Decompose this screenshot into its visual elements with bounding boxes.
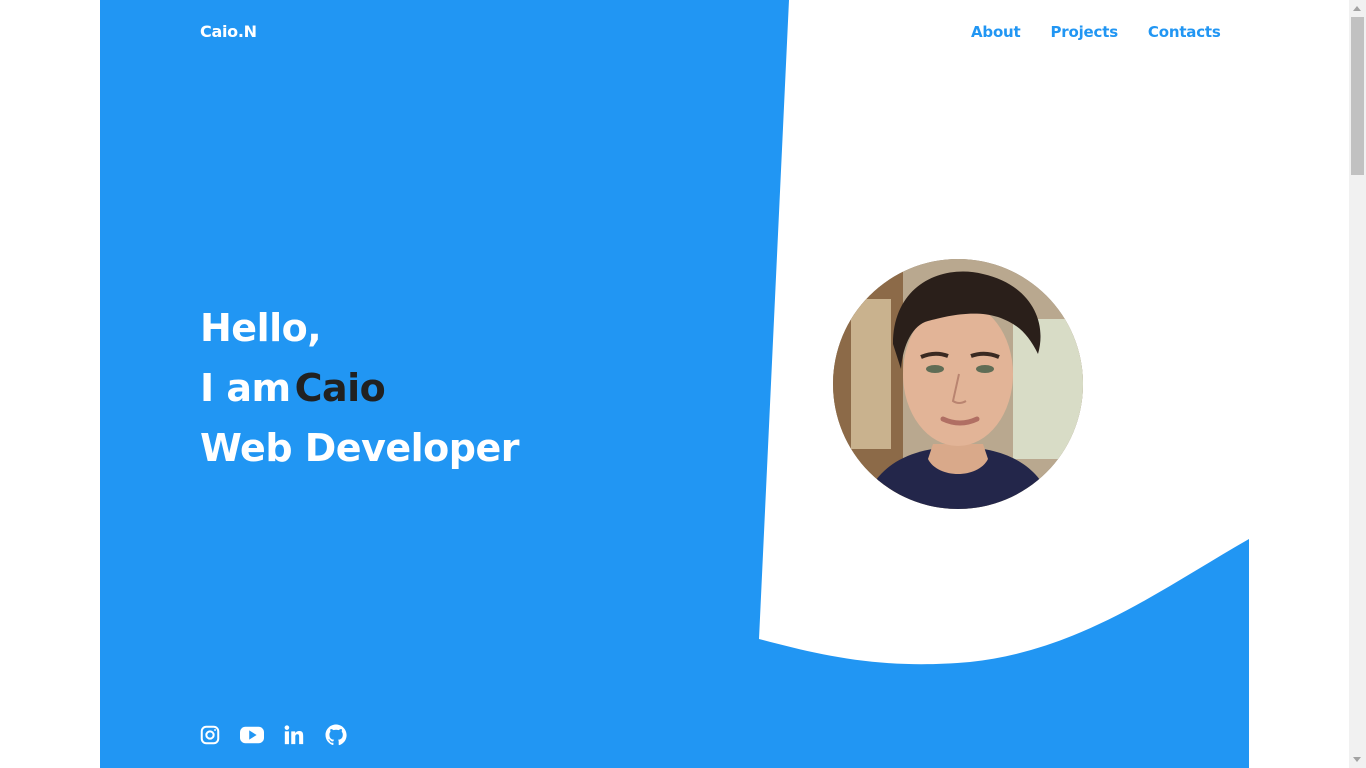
nav-link-contacts[interactable]: Contacts <box>1148 23 1221 41</box>
hero-section: Caio.N About Projects Contacts Hello, I … <box>100 0 1249 768</box>
page-scrollbar[interactable] <box>1349 0 1366 768</box>
hero-heading: Hello, I am Caio Web Developer <box>200 298 519 478</box>
nav-link-about[interactable]: About <box>971 23 1021 41</box>
scroll-up-icon[interactable] <box>1353 6 1361 11</box>
scroll-down-icon[interactable] <box>1353 757 1361 762</box>
greeting-name: Caio <box>294 366 386 410</box>
greeting-intro: I am Caio <box>200 358 519 418</box>
greeting-hello: Hello, <box>200 306 322 350</box>
scrollbar-thumb[interactable] <box>1351 17 1364 175</box>
profile-avatar <box>833 259 1083 509</box>
linkedin-icon[interactable] <box>282 722 306 748</box>
instagram-icon[interactable] <box>198 722 222 748</box>
main-nav: About Projects Contacts <box>971 23 1221 41</box>
youtube-icon[interactable] <box>240 722 264 748</box>
avatar-illustration <box>833 259 1083 509</box>
github-icon[interactable] <box>324 722 348 748</box>
greeting-role: Web Developer <box>200 426 519 470</box>
nav-link-projects[interactable]: Projects <box>1051 23 1119 41</box>
greeting-i-am: I am <box>200 366 291 410</box>
site-logo[interactable]: Caio.N <box>200 22 257 41</box>
social-links <box>198 722 348 748</box>
